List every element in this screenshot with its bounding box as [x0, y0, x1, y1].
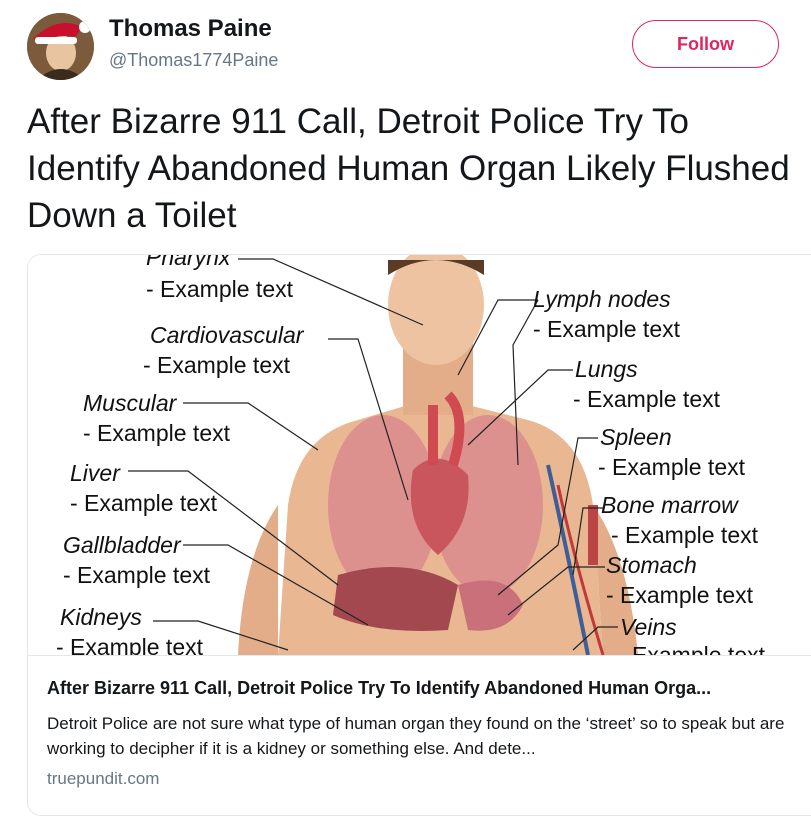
label-gallbladder-heading: Gallbladder [63, 532, 182, 558]
label-bone-marrow-text: - Example text [611, 522, 759, 548]
label-cardiovascular-text: - Example text [143, 352, 291, 378]
label-stomach-text: - Example text [606, 582, 754, 608]
anatomy-illustration: Pharynx - Example text Cardiovascular - … [56, 255, 766, 655]
author-name[interactable]: Thomas Paine [109, 14, 278, 44]
label-muscular-heading: Muscular [83, 390, 178, 416]
label-lymph-text: - Example text [533, 316, 681, 342]
card-body[interactable]: After Bizarre 911 Call, Detroit Police T… [28, 655, 811, 788]
follow-button[interactable]: Follow [632, 20, 779, 68]
label-veins-text: - Example text [618, 642, 766, 655]
label-spleen-text: - Example text [598, 454, 746, 480]
label-stomach-heading: Stomach [606, 552, 697, 578]
label-lymph-heading: Lymph nodes [533, 286, 671, 312]
label-gallbladder-text: - Example text [63, 562, 211, 588]
author-handle[interactable]: @Thomas1774Paine [109, 50, 278, 71]
card-description: Detroit Police are not sure what type of… [47, 714, 785, 758]
label-spleen-heading: Spleen [600, 424, 672, 450]
label-liver-heading: Liver [70, 460, 121, 486]
tweet-text: After Bizarre 911 Call, Detroit Police T… [27, 102, 790, 235]
label-kidneys-heading: Kidneys [60, 604, 142, 630]
label-lungs-text: - Example text [573, 386, 721, 412]
label-muscular-text: - Example text [83, 420, 231, 446]
label-pharynx-text: - Example text [146, 276, 294, 302]
label-kidneys-text: - Example text [56, 634, 204, 655]
card-domain[interactable]: truepundit.com [47, 769, 159, 789]
avatar[interactable] [27, 13, 94, 80]
card-title[interactable]: After Bizarre 911 Call, Detroit Police T… [47, 678, 811, 699]
label-cardiovascular-heading: Cardiovascular [150, 322, 305, 348]
label-pharynx-heading: Pharynx [146, 255, 232, 270]
link-card[interactable]: Pharynx - Example text Cardiovascular - … [27, 254, 811, 816]
author-info: Thomas Paine @Thomas1774Paine [109, 14, 278, 71]
label-lungs-heading: Lungs [575, 356, 638, 382]
card-image[interactable]: Pharynx - Example text Cardiovascular - … [28, 255, 811, 655]
label-liver-text: - Example text [70, 490, 218, 516]
label-bone-marrow-heading: Bone marrow [601, 492, 739, 518]
label-veins-heading: Veins [620, 614, 677, 640]
avatar-portrait-icon [27, 13, 94, 80]
